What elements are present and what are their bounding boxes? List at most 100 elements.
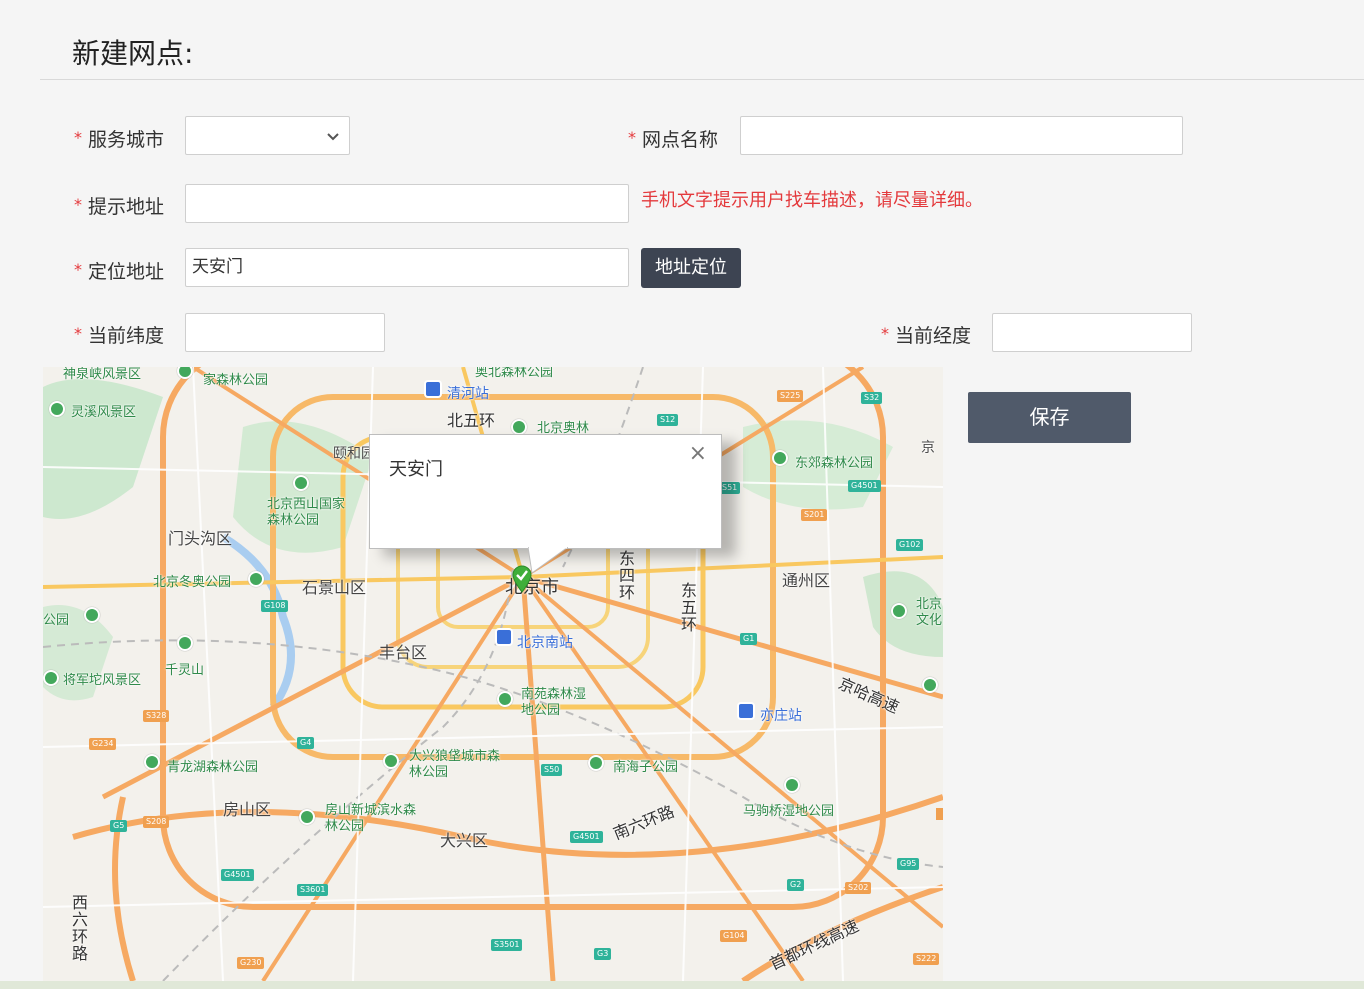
title-divider [40,79,1364,80]
highway-shield: S50 [541,764,563,776]
required-mark: * [881,324,889,343]
location-pin-icon[interactable] [511,565,533,593]
name-label-text: 网点名称 [642,129,719,151]
park-icon [293,475,309,491]
highway-shield: G104 [720,930,748,942]
train-station-icon [495,628,513,646]
highway-shield: S3501 [491,939,523,951]
latitude-label: * 当前纬度 [74,321,164,348]
page-title: 新建网点: [72,37,194,70]
map-label-aoli-top: 奥北森林公园 [475,367,554,380]
park-icon [43,670,59,686]
map-label-beijingnan: 北京南站 [517,635,573,651]
city-label: * 服务城市 [74,125,164,152]
map-label-beiwuhuan: 北五环 [447,411,496,430]
map-label-xishan: 北京西山国家森林公园 [267,497,346,528]
park-icon [588,755,604,771]
highway-shield: S12 [657,414,679,426]
highway-shield: G4501 [221,869,254,881]
park-icon [511,419,527,435]
map-label-lingxi: 灵溪风景区 [71,405,137,420]
close-icon[interactable]: × [689,443,707,465]
highway-shield: S208 [143,816,170,828]
hint-address-label-text: 提示地址 [88,196,165,218]
map-river [220,533,295,710]
locate-address-input[interactable]: 天安门 [185,248,629,287]
map-edge-mark [936,808,943,820]
highway-shield: S201 [801,509,828,521]
city-label-text: 服务城市 [88,129,165,151]
map-label-dongjiao: 东郊森林公园 [795,456,874,471]
save-button[interactable]: 保存 [968,392,1131,443]
park-icon [922,677,938,693]
highway-shield: G230 [237,957,265,969]
highway-shield: G4501 [848,480,881,492]
hint-address-input[interactable] [185,184,629,223]
park-icon [891,603,907,619]
highway-shield: G95 [897,858,920,870]
highway-shield: G3 [594,948,612,960]
required-mark: * [74,128,82,147]
park-icon [177,635,193,651]
map-label-qinglonghu: 青龙湖森林公园 [167,760,259,775]
map-label-bei-right: 北京文化 [916,597,943,628]
map-label-majuqiao: 马驹桥湿地公园 [743,804,835,819]
hint-address-label: * 提示地址 [74,192,164,219]
highway-shield: S328 [143,710,170,722]
map-label-nanhaizi: 南海子公园 [613,760,679,775]
highway-shield: G2 [787,879,805,891]
map-label-yizhuang: 亦庄站 [760,708,802,724]
highway-shield: S225 [777,390,804,402]
map-highway [43,575,524,589]
map-label-dongsihuan: 东四环 [619,549,636,602]
map-label-dongao: 北京冬奥公园 [153,575,232,590]
highway-shield: S51 [719,482,741,494]
locate-address-button[interactable]: 地址定位 [641,248,741,288]
highway-shield: G102 [896,539,924,551]
required-mark: * [74,195,82,214]
required-mark: * [74,260,82,279]
map-label-qianlingshan: 千灵山 [165,663,205,678]
map-label-gongyuan-left: 公园 [43,613,70,628]
required-mark: * [628,128,636,147]
highway-shield: S222 [913,953,940,965]
map-label-dongwuhuan: 东五环 [681,581,698,634]
highway-shield: G234 [89,738,117,750]
highway-shield: G5 [110,820,128,832]
map-label-fengtai: 丰台区 [379,643,428,662]
map-info-window-text: 天安门 [389,459,443,480]
map-label-qinghe: 清河站 [447,386,489,402]
train-station-icon [424,380,442,398]
highway-shield: G4 [297,737,315,749]
locate-address-label-text: 定位地址 [88,261,165,283]
longitude-label-text: 当前经度 [895,325,972,347]
park-icon [772,450,788,466]
park-icon [383,753,399,769]
map-label-nanyuan: 南苑森林湿地公园 [521,687,587,718]
map-label-shijingshan: 石景山区 [302,578,367,597]
highway-shield: G108 [261,600,289,612]
map-label-mentougou: 门头沟区 [168,529,233,548]
map-info-window-tail [528,547,568,573]
park-icon [299,809,315,825]
park-icon [497,691,513,707]
required-mark: * [74,324,82,343]
name-input[interactable] [740,116,1183,155]
city-select[interactable] [185,116,350,155]
longitude-input[interactable] [992,313,1192,352]
park-icon [248,571,264,587]
locate-address-label: * 定位地址 [74,257,164,284]
map-view[interactable]: 神泉峡风景区 家森林公园 灵溪风景区 清河站 奥北森林公园 北五环 北京奥林 颐… [43,367,943,981]
map-green-area [43,379,163,519]
map-label-fangshan: 房山区 [223,800,272,819]
map-label-shenquan: 神泉峡风景区 [63,367,142,382]
map-label-tongzhou: 通州区 [782,571,831,590]
train-station-icon [737,702,755,720]
park-icon [84,607,100,623]
map-info-window: 天安门 × [369,434,722,549]
map-label-fangshan-park: 房山新城滨水森林公园 [325,803,417,834]
bottom-strip [0,981,1364,989]
map-label-jing-right: 京 [921,440,935,456]
map-label-daxing-park: 大兴狼垡城市森林公园 [409,749,501,780]
latitude-input[interactable] [185,313,385,352]
